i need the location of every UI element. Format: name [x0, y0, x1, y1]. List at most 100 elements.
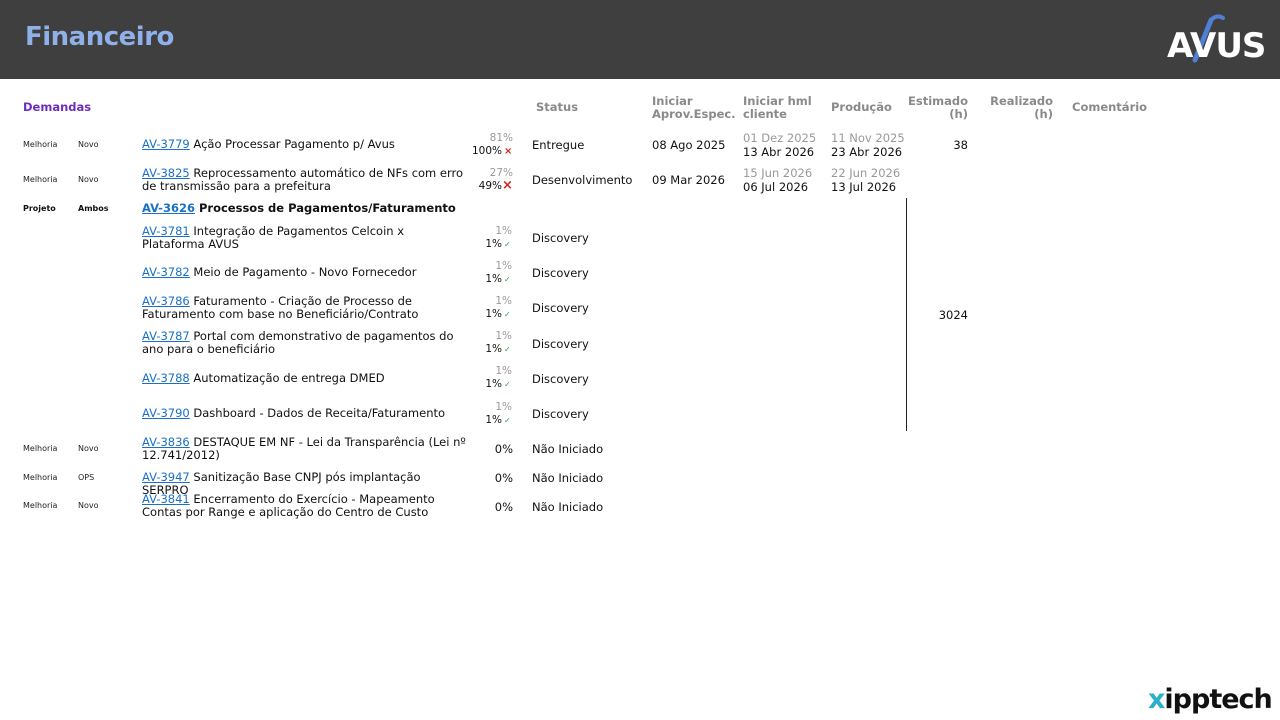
pct-current: 1% [485, 343, 502, 355]
row-tipo: Melhoria [23, 140, 58, 149]
row-description: AV-3788 Automatização de entrega DMED [142, 372, 467, 385]
col-estimado: Estimado (h) [908, 94, 969, 121]
page-title: Financeiro [25, 22, 174, 52]
date-hml-previous: 15 Jun 2026 [743, 166, 813, 180]
project-title: Processos de Pagamentos/Faturamento [198, 201, 456, 215]
estimado-hours: 38 [953, 138, 968, 152]
col-iniciar-hml: Iniciar hml cliente [743, 94, 812, 121]
demand-title: Dashboard - Dados de Receita/Faturamento [193, 406, 446, 420]
pct-current: 100% [471, 145, 502, 157]
row-origem: Novo [78, 444, 99, 453]
demand-link[interactable]: AV-3782 [142, 265, 190, 279]
date-hml-previous: 01 Dez 2025 [743, 131, 817, 145]
status-text: Discovery [532, 337, 589, 351]
pct-current: 49% [478, 180, 502, 192]
pct-previous: 1% [495, 225, 512, 237]
status-text: Discovery [532, 231, 589, 245]
demand-link[interactable]: AV-3781 [142, 224, 190, 238]
date-aprov: 09 Mar 2026 [652, 173, 725, 187]
row-description: AV-3787 Portal com demonstrativo de paga… [142, 330, 467, 356]
check-icon: ✓ [504, 275, 511, 284]
col-iniciar-aprov: Iniciar Aprov.Espec. [652, 94, 736, 121]
pct-current: 0% [494, 500, 513, 514]
col-comentario: Comentário [1072, 100, 1148, 114]
pct-current: 1% [485, 308, 502, 320]
estimado-hours-project: 3024 [938, 308, 968, 322]
row-tipo: Melhoria [23, 444, 58, 453]
row-tipo: Projeto [23, 204, 56, 213]
col-producao: Produção [831, 100, 892, 114]
status-text: Entregue [532, 138, 585, 152]
demand-title: DESTAQUE EM NF - Lei da Transparência (L… [142, 435, 466, 462]
row-origem: OPS [78, 473, 95, 482]
status-text: Desenvolvimento [532, 173, 633, 187]
row-origem: Ambos [78, 204, 109, 213]
row-description: AV-3786 Faturamento - Criação de Process… [142, 295, 467, 321]
check-icon: ✓ [504, 345, 511, 354]
demand-title: Automatização de entrega DMED [193, 371, 385, 385]
header-bar: Financeiro AVUS [0, 0, 1280, 79]
demand-link[interactable]: AV-3787 [142, 329, 190, 343]
date-prod: 13 Jul 2026 [831, 180, 897, 194]
row-origem: Novo [78, 140, 99, 149]
pct-current: 1% [485, 273, 502, 285]
col-realizado: Realizado (h) [990, 94, 1053, 121]
check-icon: ✓ [504, 310, 511, 319]
pct-current: 0% [494, 471, 513, 485]
pct-current: 1% [485, 414, 502, 426]
pct-previous: 1% [495, 401, 512, 413]
row-tipo: Melhoria [23, 473, 58, 482]
check-icon: ✓ [504, 380, 511, 389]
row-description: AV-3841 Encerramento do Exercício - Mape… [142, 493, 467, 519]
pct-previous: 1% [495, 295, 512, 307]
status-text: Não Iniciado [532, 500, 604, 514]
row-description: AV-3790 Dashboard - Dados de Receita/Fat… [142, 407, 467, 420]
status-text: Não Iniciado [532, 471, 604, 485]
demand-link[interactable]: AV-3790 [142, 406, 190, 420]
pct-current: 1% [485, 378, 502, 390]
pct-previous: 1% [495, 260, 512, 272]
logo-text: AVUS [1167, 26, 1266, 66]
demand-link[interactable]: AV-3779 [142, 137, 190, 151]
col-status: Status [536, 100, 579, 114]
check-icon: ✓ [504, 416, 511, 425]
row-tipo: Melhoria [23, 501, 58, 510]
row-tipo: Melhoria [23, 175, 58, 184]
pct-previous: 81% [489, 132, 513, 144]
cross-icon: × [504, 146, 513, 157]
demand-link[interactable]: AV-3841 [142, 492, 190, 506]
xipptech-wordmark: ipptech [1164, 684, 1272, 715]
avus-logo: AVUS [1165, 12, 1266, 67]
demand-link[interactable]: AV-3786 [142, 294, 190, 308]
pct-previous: 1% [495, 365, 512, 377]
status-text: Discovery [532, 407, 589, 421]
date-hml: 06 Jul 2026 [743, 180, 809, 194]
project-group-divider [906, 198, 907, 431]
demand-link[interactable]: AV-3947 [142, 470, 190, 484]
row-description: AV-3825 Reprocessamento automático de NF… [142, 167, 467, 193]
row-description: AV-3781 Integração de Pagamentos Celcoin… [142, 225, 467, 251]
pct-current: 1% [485, 238, 502, 250]
demand-link[interactable]: AV-3788 [142, 371, 190, 385]
demand-link[interactable]: AV-3836 [142, 435, 190, 449]
status-text: Não Iniciado [532, 442, 604, 456]
date-prod-previous: 11 Nov 2025 [831, 131, 905, 145]
date-prod: 23 Abr 2026 [831, 145, 903, 159]
demand-title: Ação Processar Pagamento p/ Avus [193, 137, 395, 151]
demand-title: Reprocessamento automático de NFs com er… [142, 166, 464, 193]
row-origem: Novo [78, 501, 99, 510]
status-text: Discovery [532, 372, 589, 386]
row-description: AV-3836 DESTAQUE EM NF - Lei da Transpar… [142, 436, 467, 462]
pct-previous: 1% [495, 330, 512, 342]
status-text: Discovery [532, 301, 589, 315]
xipptech-logo: xipptech [1148, 684, 1273, 715]
demand-title: Meio de Pagamento - Novo Fornecedor [193, 265, 417, 279]
check-icon: ✓ [504, 240, 511, 249]
xipptech-x-mark: x [1148, 684, 1165, 715]
date-aprov: 08 Ago 2025 [652, 138, 726, 152]
col-demandas: Demandas [23, 100, 92, 114]
pct-current: 0% [494, 442, 513, 456]
demand-link[interactable]: AV-3825 [142, 166, 190, 180]
row-description: AV-3782 Meio de Pagamento - Novo Fornece… [142, 266, 467, 279]
project-link[interactable]: AV-3626 [142, 201, 195, 215]
